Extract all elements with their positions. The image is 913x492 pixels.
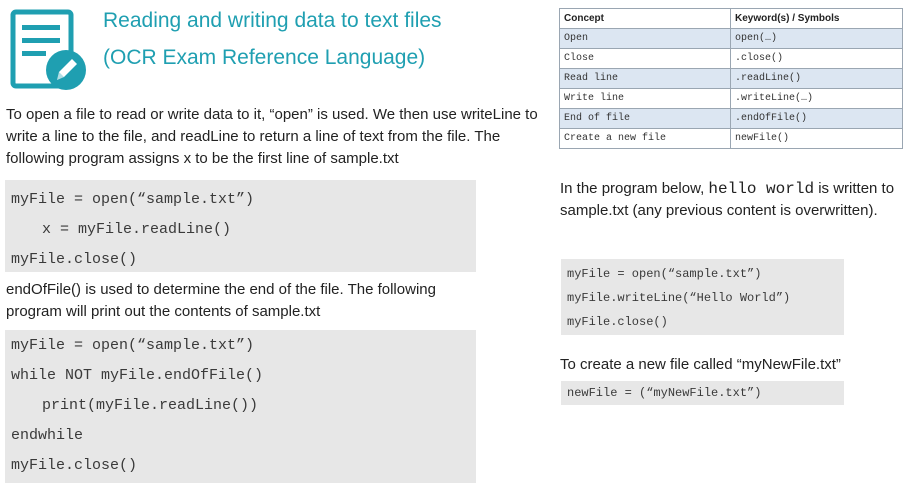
table-cell: .endOfFile() — [730, 108, 903, 129]
code-line: print(myFile.readLine()) — [42, 397, 259, 414]
table-row: Write line .writeLine(…) — [559, 88, 903, 109]
inline-code: hello world — [708, 180, 815, 198]
read-code-block: myFile = open(“sample.txt”) x = myFile.r… — [5, 180, 476, 272]
table-cell: .close() — [730, 48, 903, 69]
table-cell: Create a new file — [559, 128, 731, 149]
write-code-block: myFile = open(“sample.txt”) myFile.write… — [561, 259, 844, 335]
document-edit-icon — [10, 8, 88, 92]
table-row: Close .close() — [559, 48, 903, 69]
code-line: endwhile — [11, 427, 84, 444]
code-line: myFile = open(“sample.txt”) — [567, 267, 762, 281]
table-cell: Close — [559, 48, 731, 69]
code-line: myFile.close() — [11, 251, 138, 268]
table-header-concept: Concept — [559, 8, 731, 29]
code-line: myFile.close() — [567, 315, 668, 329]
page-subtitle: (OCR Exam Reference Language) — [103, 46, 426, 69]
table-cell: .readLine() — [730, 68, 903, 89]
table-header-row: Concept Keyword(s) / Symbols — [559, 8, 903, 29]
newfile-code-block: newFile = (“myNewFile.txt”) — [561, 381, 844, 405]
code-line: myFile.close() — [11, 457, 138, 474]
table-cell: Read line — [559, 68, 731, 89]
table-row: Open open(…) — [559, 28, 903, 49]
page-title: Reading and writing data to text files — [103, 9, 442, 32]
code-line: newFile = (“myNewFile.txt”) — [567, 386, 762, 400]
eof-code-block: myFile = open(“sample.txt”) while NOT my… — [5, 330, 476, 483]
code-line: myFile = open(“sample.txt”) — [11, 191, 255, 208]
table-cell: Write line — [559, 88, 731, 109]
intro-paragraph: To open a file to read or write data to … — [6, 106, 538, 167]
newfile-paragraph: To create a new file called “myNewFile.t… — [560, 356, 841, 373]
table-cell: newFile() — [730, 128, 903, 149]
table-cell: open(…) — [730, 28, 903, 49]
code-line: while NOT myFile.endOfFile() — [11, 367, 264, 384]
table-cell: End of file — [559, 108, 731, 129]
table-row: End of file .endOfFile() — [559, 108, 903, 129]
table-row: Read line .readLine() — [559, 68, 903, 89]
table-cell: Open — [559, 28, 731, 49]
write-text-before: In the program below, — [560, 180, 709, 197]
table-cell: .writeLine(…) — [730, 88, 903, 109]
table-row: Create a new file newFile() — [559, 128, 903, 149]
table-header-keywords: Keyword(s) / Symbols — [730, 8, 903, 29]
code-line: x = myFile.readLine() — [42, 221, 232, 238]
write-paragraph: In the program below, hello world is wri… — [560, 178, 900, 222]
code-line: myFile.writeLine(“Hello World”) — [567, 291, 791, 305]
reference-table: Concept Keyword(s) / Symbols Open open(…… — [559, 8, 903, 149]
eof-paragraph: endOfFile() is used to determine the end… — [6, 281, 436, 320]
code-line: myFile = open(“sample.txt”) — [11, 337, 255, 354]
